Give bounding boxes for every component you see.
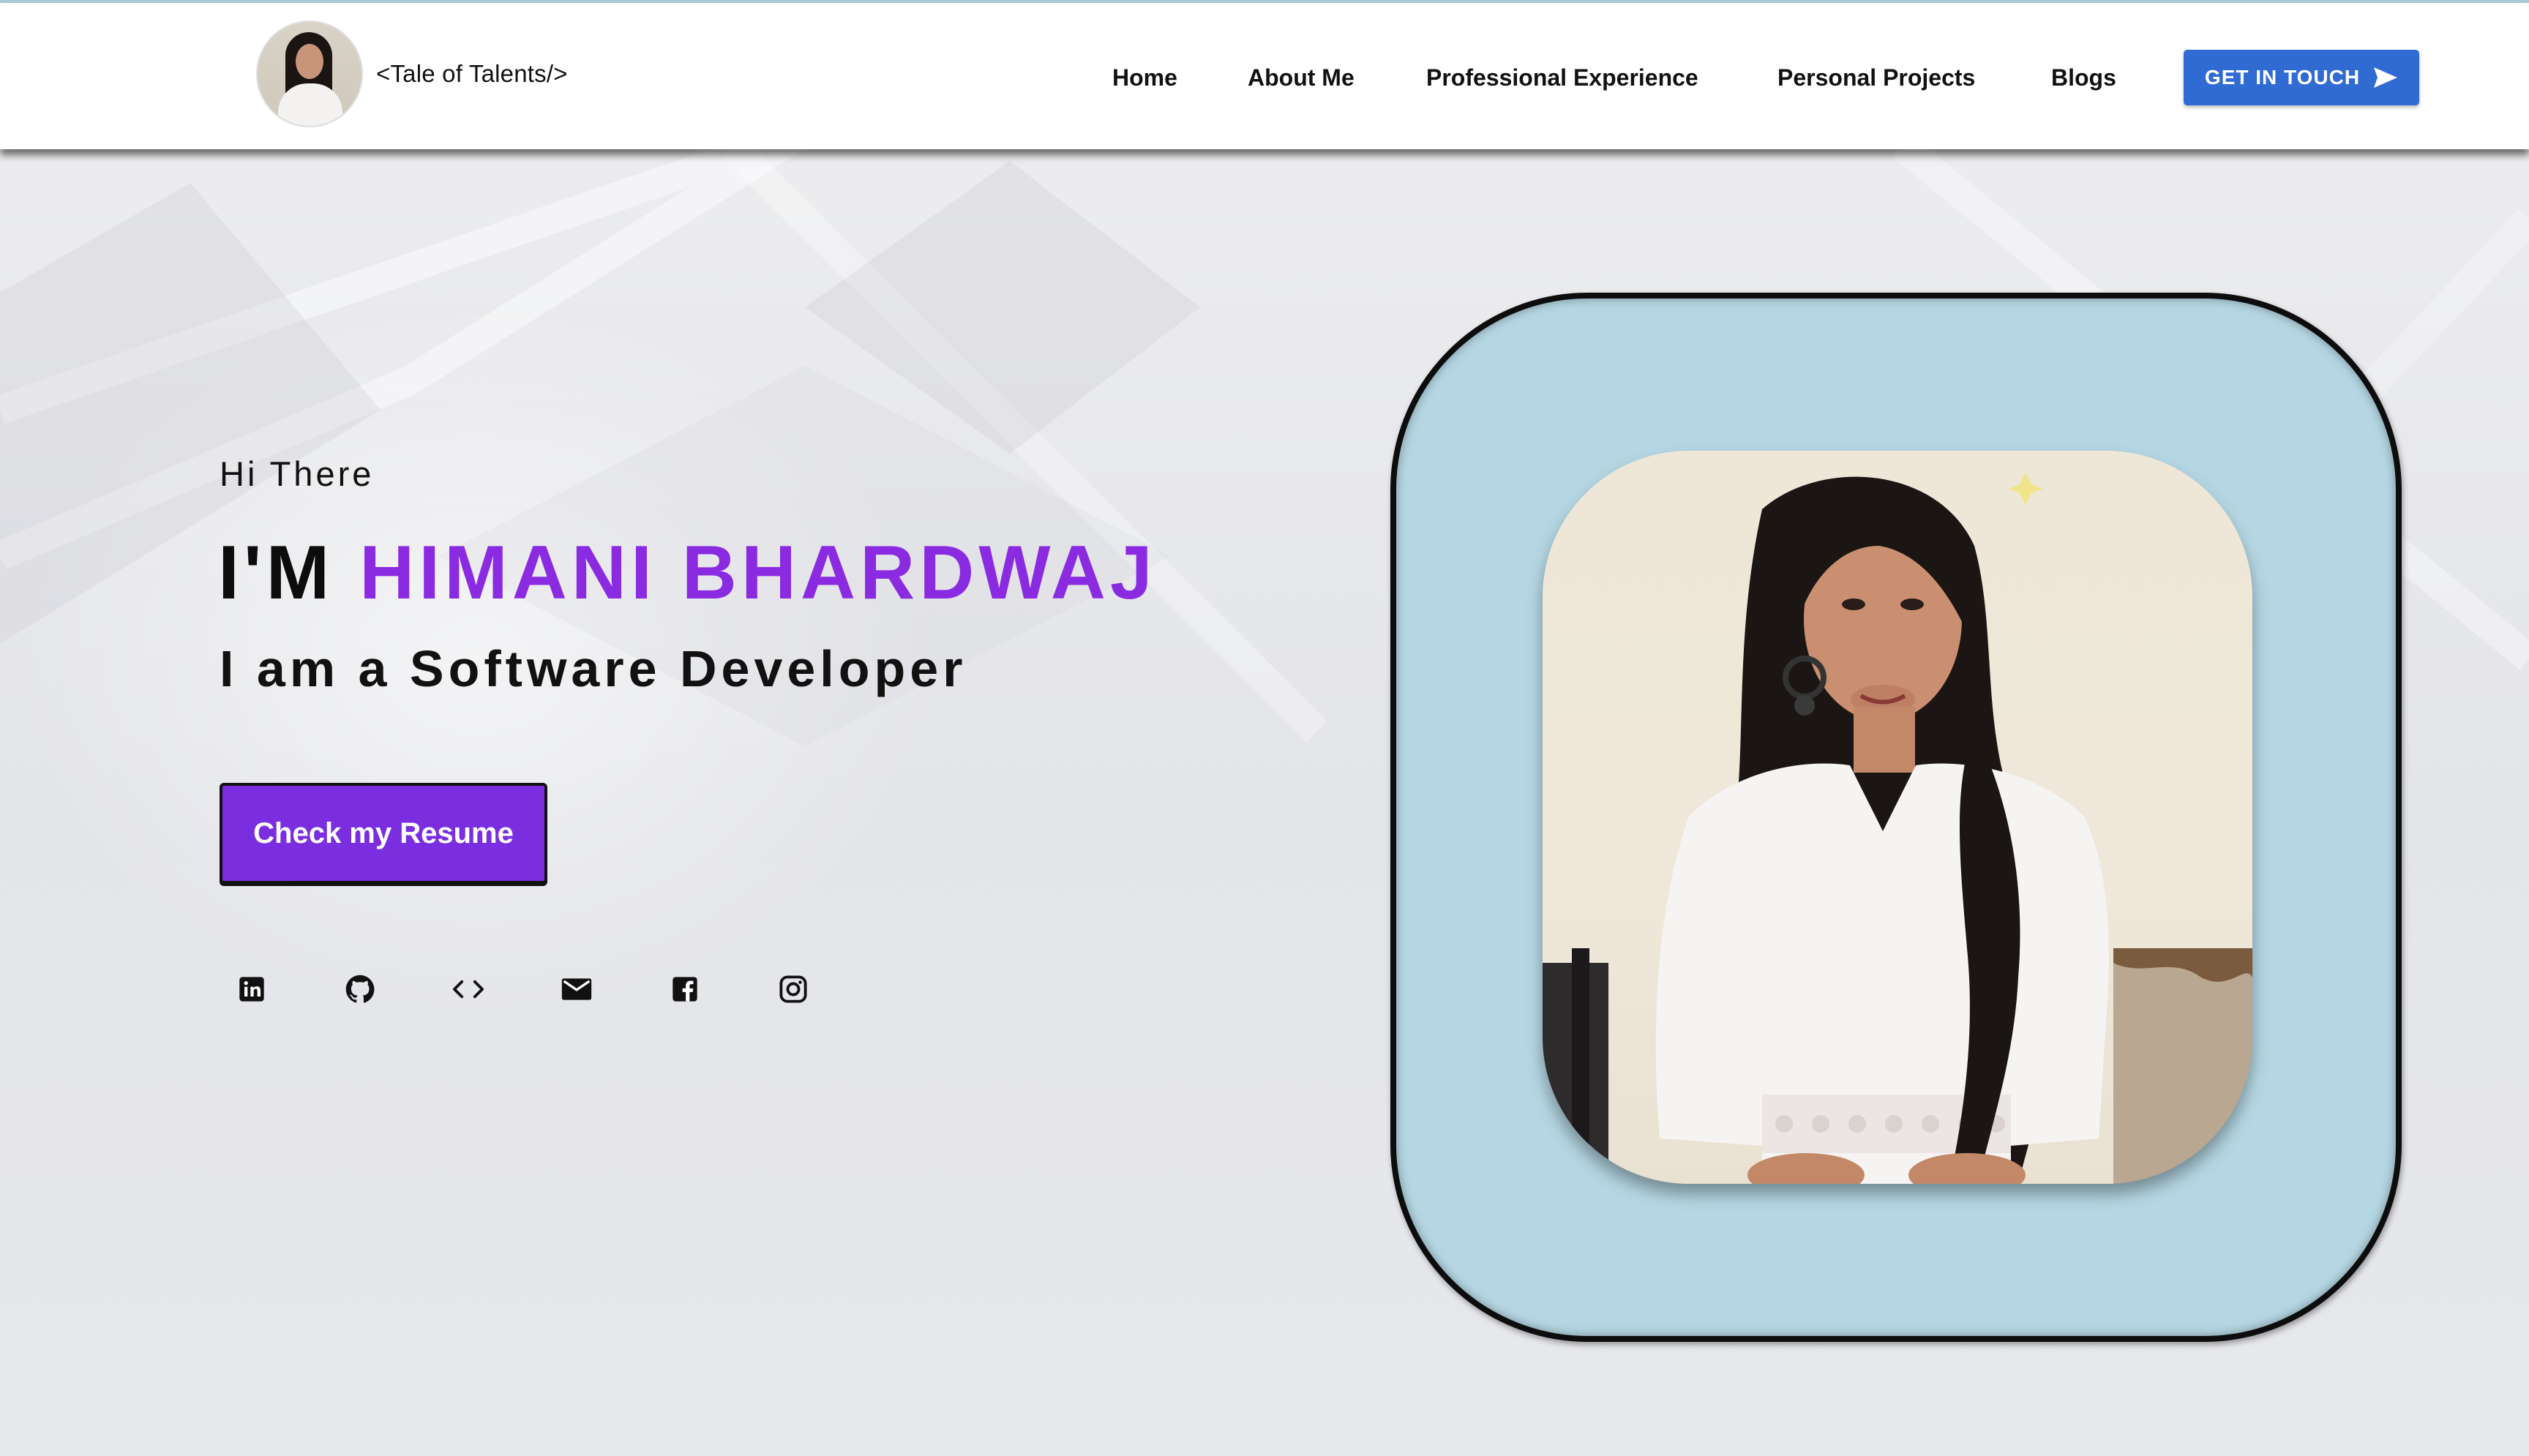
check-resume-button[interactable]: Check my Resume bbox=[220, 783, 547, 884]
facebook-icon[interactable] bbox=[669, 973, 701, 1005]
nav-blogs[interactable]: Blogs bbox=[2051, 64, 2116, 91]
main-nav: Home About Me Professional Experience Pe… bbox=[0, 3, 2529, 149]
get-in-touch-label: GET IN TOUCH bbox=[2204, 66, 2361, 89]
linkedin-icon[interactable] bbox=[236, 973, 268, 1005]
hero-title-prefix: I'M bbox=[218, 530, 360, 615]
github-icon[interactable] bbox=[344, 973, 376, 1005]
hero-role: I am a Software Developer bbox=[220, 640, 967, 697]
portrait-illustration bbox=[1543, 473, 2252, 1184]
site-header: <Tale of Talents/> Home About Me Profess… bbox=[0, 3, 2529, 149]
nav-professional-experience[interactable]: Professional Experience bbox=[1426, 64, 1698, 91]
send-icon bbox=[2374, 67, 2398, 88]
mail-icon[interactable] bbox=[561, 973, 593, 1005]
get-in-touch-button[interactable]: GET IN TOUCH bbox=[2184, 50, 2419, 105]
nav-personal-projects[interactable]: Personal Projects bbox=[1777, 64, 1975, 91]
hero-name: HIMANI BHARDWAJ bbox=[359, 530, 1157, 615]
portrait-photo bbox=[1543, 451, 2252, 1184]
code-icon[interactable] bbox=[452, 973, 484, 1005]
hero-title: I'M HIMANI BHARDWAJ bbox=[218, 530, 1157, 617]
instagram-icon[interactable] bbox=[777, 973, 809, 1005]
portfolio-page: <Tale of Talents/> Home About Me Profess… bbox=[0, 0, 2529, 1456]
nav-about-me[interactable]: About Me bbox=[1248, 64, 1355, 91]
hero-greeting: Hi There bbox=[220, 454, 375, 493]
nav-home[interactable]: Home bbox=[1112, 64, 1177, 91]
